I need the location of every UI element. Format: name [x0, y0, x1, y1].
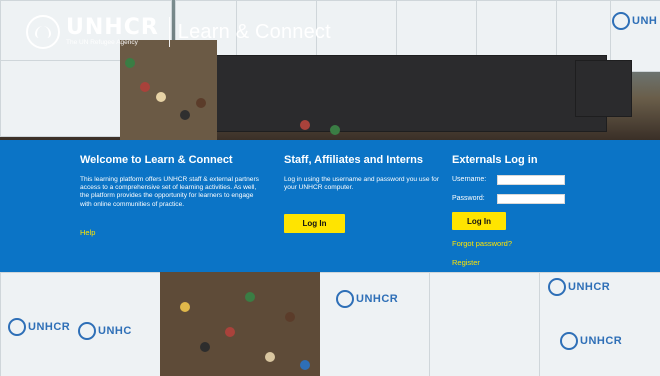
person [180, 302, 190, 312]
ground [160, 272, 320, 376]
unhcr-emblem-icon [336, 290, 354, 308]
person [330, 125, 340, 135]
tarp-logo-text: UNHCR [28, 320, 71, 333]
unhcr-logo-icon [26, 15, 60, 49]
unhcr-emblem-icon [8, 318, 26, 336]
staff-login-button[interactable]: Log In [284, 214, 345, 233]
welcome-title: Welcome to Learn & Connect [80, 154, 233, 166]
tarp-logo: UNHCR [8, 318, 70, 336]
password-input[interactable] [497, 194, 565, 204]
password-label: Password: [452, 195, 485, 202]
tarp-logo-text: UNHCR [568, 280, 611, 293]
externals-title: Externals Log in [452, 154, 538, 166]
person [245, 292, 255, 302]
tarp-roof [210, 55, 607, 132]
username-input[interactable] [497, 175, 565, 185]
tarp-logo: UNHCR [560, 332, 622, 350]
person [285, 312, 295, 322]
org-wordmark: UNHCR The UN Refugee Agency [66, 17, 159, 47]
staff-section: Staff, Affiliates and Interns Log in usi… [284, 154, 446, 192]
org-tagline: The UN Refugee Agency [66, 39, 138, 47]
tarp-logo: UNHC [78, 322, 132, 340]
tarp-logo-text: UNHCR [356, 292, 399, 305]
product-name: Learn & Connect [177, 20, 331, 43]
tarp-logo-text: UNHCR [580, 334, 623, 347]
tarp-logo-text: UNH [632, 14, 658, 27]
register-link[interactable]: Register [452, 258, 480, 267]
header-photo: UNH UNHCR The UN Refugee Agency Learn & … [0, 0, 660, 140]
org-name: UNHCR [66, 15, 159, 41]
forgot-password-link[interactable]: Forgot password? [452, 239, 512, 248]
tarp-roof [575, 60, 632, 117]
brand-header: UNHCR The UN Refugee Agency Learn & Conn… [26, 14, 331, 50]
person [265, 352, 275, 362]
tarp-logo: UNHCR [336, 290, 398, 308]
staff-body: Log in using the username and password y… [284, 176, 440, 192]
unhcr-emblem-icon [78, 322, 96, 340]
person [125, 58, 135, 68]
person [180, 110, 190, 120]
tarp-roof [0, 60, 122, 137]
person [225, 327, 235, 337]
person [140, 82, 150, 92]
person [200, 342, 210, 352]
ground [120, 40, 217, 140]
person [156, 92, 166, 102]
unhcr-emblem-icon [612, 12, 630, 30]
unhcr-emblem-icon [548, 278, 566, 296]
person [300, 360, 310, 370]
person [196, 98, 206, 108]
welcome-body: This learning platform offers UNHCR staf… [80, 176, 259, 208]
welcome-section: Welcome to Learn & Connect This learning… [80, 154, 265, 209]
person [300, 120, 310, 130]
staff-title: Staff, Affiliates and Interns [284, 154, 423, 166]
footer-photo: UNHCR UNHC UNHCR UNHCR UNHCR [0, 272, 660, 376]
externals-section: Externals Log in [452, 154, 642, 166]
tarp-logo: UNH [612, 12, 657, 30]
tarp-logo-text: UNHC [98, 324, 132, 337]
externals-login-button[interactable]: Log In [452, 212, 506, 230]
login-band: Welcome to Learn & Connect This learning… [0, 140, 660, 272]
username-label: Username: [452, 176, 487, 183]
tarp-logo: UNHCR [548, 278, 610, 296]
unhcr-emblem-icon [560, 332, 578, 350]
help-link[interactable]: Help [80, 228, 95, 237]
brand-divider [168, 17, 170, 47]
